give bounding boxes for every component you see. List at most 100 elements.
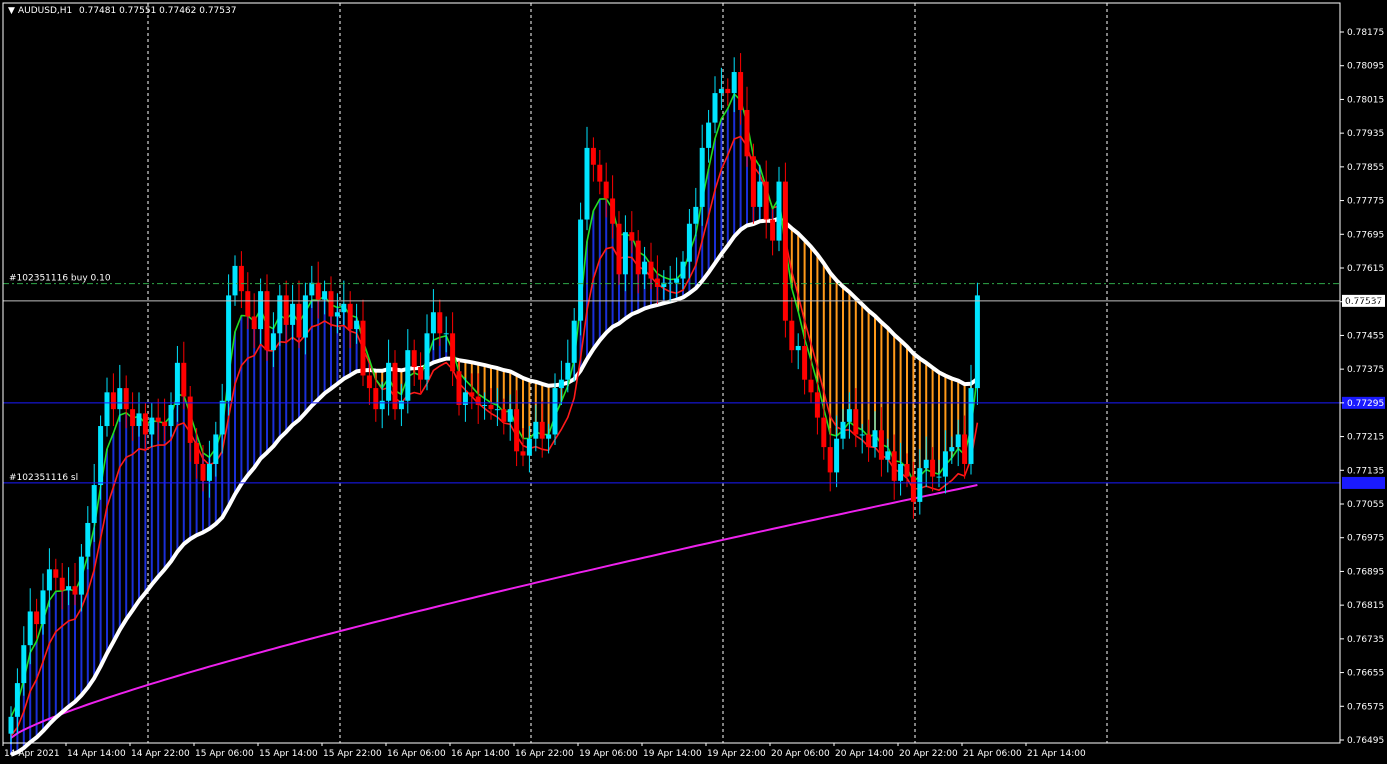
candle-body xyxy=(418,367,424,380)
plot-frame xyxy=(2,2,1341,744)
candle-body xyxy=(974,295,980,389)
candle-body xyxy=(117,388,123,410)
candle-body xyxy=(219,400,225,435)
candle-body xyxy=(725,88,731,94)
symbol-label: AUDUSD,H1 xyxy=(18,6,72,16)
candle-body xyxy=(603,181,609,199)
candle-body xyxy=(334,312,340,317)
candle-body xyxy=(917,468,923,502)
x-tick-label: 21 Apr 14:00 xyxy=(1027,749,1086,759)
candle-body xyxy=(386,362,392,401)
candle-body xyxy=(782,181,788,321)
candle-body xyxy=(270,333,276,351)
candle-body xyxy=(283,295,289,325)
candle-body xyxy=(680,261,686,279)
candle-body xyxy=(328,291,334,317)
candle-body xyxy=(597,164,603,182)
candle-body xyxy=(501,409,507,422)
candle-body xyxy=(693,206,699,224)
candle-body xyxy=(27,611,33,646)
candle-body xyxy=(162,421,168,427)
candle-body xyxy=(955,434,961,448)
candle-body xyxy=(392,362,398,410)
candle-body xyxy=(322,291,328,300)
candle-body xyxy=(238,265,244,292)
candle-body xyxy=(507,409,513,422)
y-tick-label: 0.77695 xyxy=(1347,230,1384,240)
candle-body xyxy=(14,683,20,717)
x-tick-label: 19 Apr 06:00 xyxy=(579,749,638,759)
candle-body xyxy=(878,430,884,460)
candle-body xyxy=(232,265,238,296)
x-tick-label: 20 Apr 22:00 xyxy=(899,749,958,759)
candle-body xyxy=(72,586,78,595)
y-tick-label: 0.77375 xyxy=(1347,365,1384,375)
candle-body xyxy=(194,442,200,464)
axes: 0.78175 0.78095 0.78015 0.77935 0.77855 0.777… xyxy=(2,2,1384,759)
candle-body xyxy=(539,421,545,439)
y-tick-label: 0.76975 xyxy=(1347,534,1384,544)
candle-body xyxy=(533,421,539,439)
candle-body xyxy=(731,72,737,94)
candle-body xyxy=(578,219,584,321)
candle-body xyxy=(136,413,142,427)
red-ma-line xyxy=(10,135,979,737)
candles xyxy=(8,53,980,745)
candle-body xyxy=(443,333,449,335)
header-triangle-icon[interactable]: ▼ xyxy=(8,6,15,16)
candle-body xyxy=(91,485,97,523)
candle-body xyxy=(590,147,596,165)
candle-body xyxy=(814,392,820,418)
candle-body xyxy=(942,451,948,477)
y-tick-label: 0.76815 xyxy=(1347,601,1384,611)
candle-body xyxy=(968,388,974,464)
candle-body xyxy=(155,417,161,422)
candle-body xyxy=(46,569,52,591)
candle-body xyxy=(552,388,558,435)
y-tick-label: 0.77935 xyxy=(1347,129,1384,139)
candle-body xyxy=(622,232,628,275)
candle-body xyxy=(853,409,859,435)
x-tick-label: 15 Apr 14:00 xyxy=(259,749,318,759)
candle-body xyxy=(846,409,852,422)
candle-body xyxy=(648,261,654,279)
candle-body xyxy=(558,379,564,389)
candle-body xyxy=(59,577,65,591)
magenta-ma-line xyxy=(10,484,978,739)
candle-body xyxy=(706,122,712,148)
candle-body xyxy=(200,463,206,481)
x-tick-label: 16 Apr 06:00 xyxy=(387,749,446,759)
candle-body xyxy=(264,291,270,351)
candle-body xyxy=(712,93,718,123)
candle-body xyxy=(610,198,616,224)
candle-body xyxy=(718,88,724,94)
candle-body xyxy=(526,438,532,456)
candle-body xyxy=(488,404,494,410)
candle-body xyxy=(866,434,872,448)
x-tick-label: 19 Apr 22:00 xyxy=(707,749,766,759)
candle-body xyxy=(654,278,660,287)
x-tick-label: 20 Apr 14:00 xyxy=(835,749,894,759)
y-tick-label: 0.77055 xyxy=(1347,500,1384,510)
y-tick-label: 0.77215 xyxy=(1347,433,1384,443)
candle-body xyxy=(616,223,622,275)
candle-body xyxy=(770,219,776,241)
candle-body xyxy=(149,417,155,435)
candle-body xyxy=(891,451,897,481)
candle-body xyxy=(187,396,193,443)
candle-body xyxy=(424,333,430,380)
candle-body xyxy=(962,434,968,464)
candle-body xyxy=(565,362,571,380)
buy-order-label: #102351116 buy 0.10 xyxy=(9,274,111,284)
candle-body xyxy=(629,232,635,241)
candle-body xyxy=(130,409,136,427)
candle-body xyxy=(757,181,763,207)
y-tick-label: 0.77295 xyxy=(1347,399,1384,409)
candle-body xyxy=(482,404,488,406)
x-tick-label: 15 Apr 22:00 xyxy=(323,749,382,759)
candle-body xyxy=(674,278,680,283)
candle-body xyxy=(571,320,577,363)
candle-body xyxy=(437,312,443,334)
candle-body xyxy=(296,303,302,338)
y-tick-label: 0.76895 xyxy=(1347,567,1384,577)
